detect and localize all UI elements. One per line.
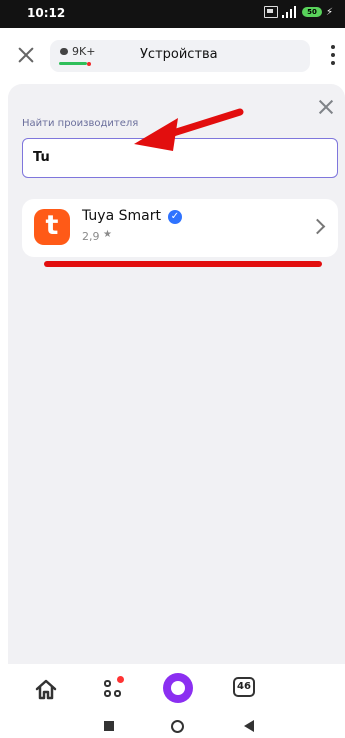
signal-icon [281,6,298,18]
content-area: Найти производителя Tu t Tuya Smart ✓ 2,… [8,84,345,664]
system-navigation [0,714,345,738]
recent-apps-icon[interactable] [104,721,114,731]
tabs-icon[interactable]: 46 [233,677,255,697]
rating-value: 2,9 [82,230,100,243]
manufacturer-result[interactable]: t Tuya Smart ✓ 2,9 ★ [22,199,338,257]
tuya-logo: t [34,209,70,245]
search-value: Tu [33,150,50,165]
progress-bar [59,62,87,65]
status-time: 10:12 [27,6,66,20]
more-icon[interactable] [331,45,335,65]
annotation-arrow-icon [134,108,244,151]
close-icon[interactable] [15,44,37,66]
services-icon[interactable] [100,676,128,704]
app-header: 9K+ Устройства [0,28,345,82]
chevron-right-icon [309,218,326,235]
battery-icon: 50 [301,7,322,17]
alice-icon[interactable] [163,673,193,703]
status-icons: 50 ⚡ [263,6,333,18]
home-button-icon[interactable] [171,720,184,733]
status-bar: 10:12 50 ⚡ [0,0,345,28]
home-icon[interactable] [32,676,60,704]
search-label: Найти производителя [22,118,139,129]
manufacturer-name: Tuya Smart [82,208,161,224]
verified-icon: ✓ [168,210,182,224]
sim-icon [263,6,278,18]
comments-icon [60,48,68,55]
star-icon: ★ [103,229,112,240]
comments-count: 9K+ [72,45,96,58]
back-icon[interactable] [244,720,254,732]
address-pill[interactable]: 9K+ Устройства [50,40,310,72]
annotation-underline [44,261,322,267]
notification-dot [87,62,91,66]
bottom-navigation: 46 [0,664,345,714]
page-title: Устройства [140,47,218,62]
close-icon[interactable] [317,98,335,116]
charge-icon: ⚡ [325,6,333,18]
notification-dot [117,676,124,683]
